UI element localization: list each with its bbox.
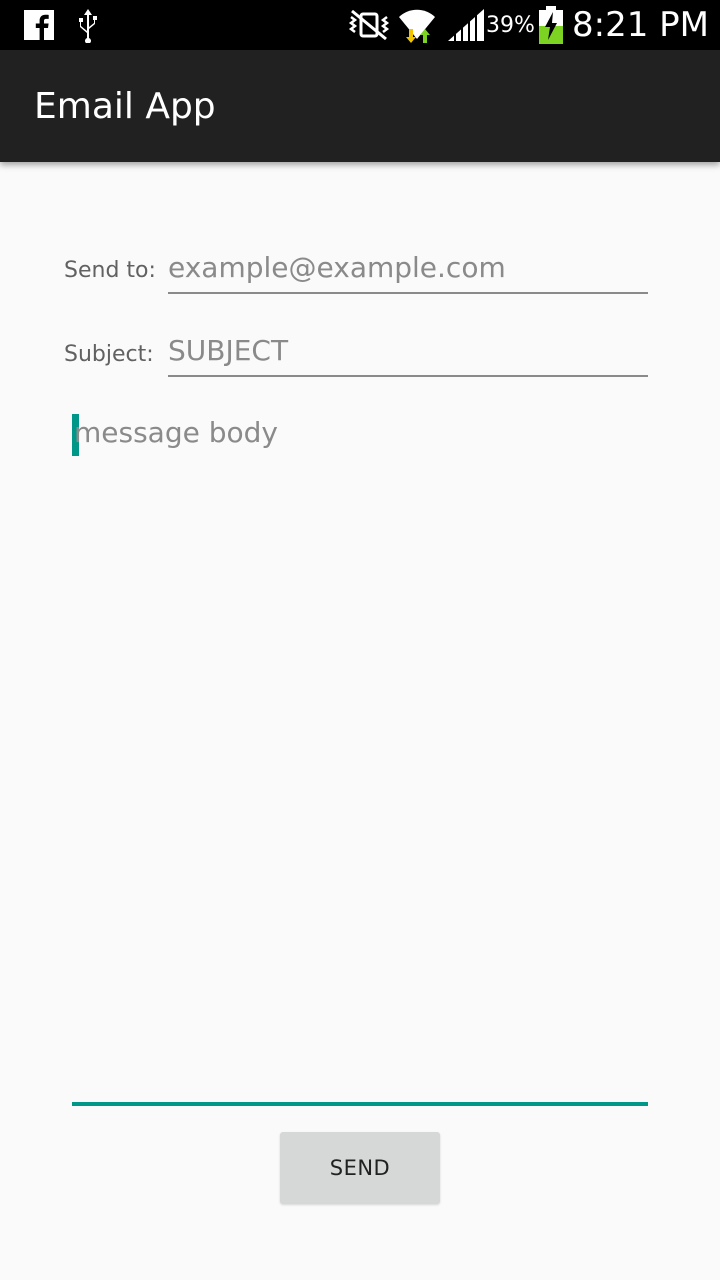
mute-vibrate-icon [348,0,390,50]
subject-placeholder: SUBJECT [168,334,289,367]
status-bar: 39% 8:21 PM [0,0,720,50]
app-bar: Email App [0,50,720,162]
send-to-placeholder: example@example.com [168,251,506,284]
battery-percent: 39% [486,12,535,38]
subject-field[interactable]: SUBJECT [168,334,648,377]
send-to-label: Send to: [64,258,156,283]
battery-charging-icon [538,0,564,50]
send-to-field[interactable]: example@example.com [168,251,648,294]
subject-label: Subject: [64,342,154,367]
message-body-field[interactable]: message body [72,410,648,1106]
wifi-icon [398,0,436,50]
clock: 8:21 PM [572,5,709,45]
app-title: Email App [34,85,216,127]
send-button[interactable]: SEND [280,1132,440,1204]
usb-icon [76,0,100,50]
message-body-placeholder: message body [74,416,278,449]
signal-icon [448,0,484,50]
facebook-icon [24,0,54,50]
